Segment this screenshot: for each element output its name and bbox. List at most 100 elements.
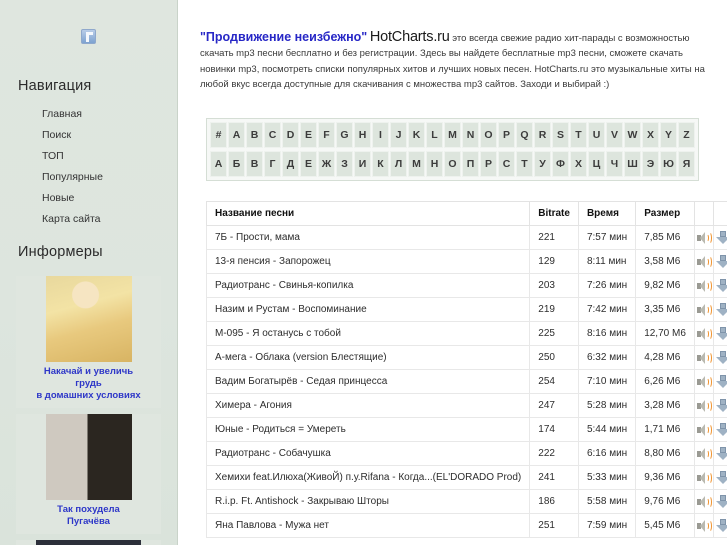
download-arrow-icon[interactable] xyxy=(715,350,727,365)
play-cell[interactable] xyxy=(693,321,714,346)
alpha-cell-zhe-cyr[interactable]: Ж xyxy=(318,151,335,177)
alpha-cell-h-lat[interactable]: H xyxy=(354,122,371,148)
speaker-icon[interactable] xyxy=(696,423,712,436)
download-cell[interactable] xyxy=(712,441,727,466)
alpha-cell-n-lat[interactable]: N xyxy=(462,122,479,148)
table-row[interactable]: R.i.p. Ft. Antishock - Закрываю Шторы 186… xyxy=(205,489,727,514)
play-cell[interactable] xyxy=(693,297,714,322)
table-row[interactable]: Юные - Родиться = Умереть 174 5:44 мин 1,71… xyxy=(205,417,727,442)
alpha-cell-r-lat[interactable]: R xyxy=(534,122,551,148)
alpha-cell-a-lat[interactable]: A xyxy=(228,122,245,148)
alpha-cell-e-cyr[interactable]: Э xyxy=(642,151,659,177)
sidebar-item-search[interactable]: Поиск xyxy=(0,125,177,146)
table-row[interactable]: 13-я пенсия - Запорожец 129 8:11 мин 3,58 М… xyxy=(205,249,727,274)
play-cell[interactable] xyxy=(693,345,714,370)
table-row[interactable]: 7Б - Прости, мама 221 7:57 мин 7,85 М6 xyxy=(205,225,727,250)
alpha-cell-ze-cyr[interactable]: З xyxy=(336,151,353,177)
alpha-cell-pe-cyr[interactable]: П xyxy=(462,151,479,177)
alpha-cell-i-lat[interactable]: I xyxy=(372,122,389,148)
download-arrow-icon[interactable] xyxy=(715,302,727,317)
alpha-cell-en-cyr[interactable]: Н xyxy=(426,151,443,177)
alpha-cell-d-lat[interactable]: D xyxy=(282,122,299,148)
sidebar-link-search[interactable]: Поиск xyxy=(0,125,177,146)
table-row[interactable]: Вадим Богатырёв - Седая принцесса 254 7:10… xyxy=(205,369,727,394)
speaker-icon[interactable] xyxy=(696,375,712,388)
alpha-cell-de-cyr[interactable]: Д xyxy=(282,151,299,177)
speaker-icon[interactable] xyxy=(696,471,712,484)
download-arrow-icon[interactable] xyxy=(715,446,727,461)
informer-ad-1[interactable]: Накачай и увеличь грудь в домашних условия… xyxy=(16,276,161,408)
speaker-icon[interactable] xyxy=(696,327,712,340)
alpha-cell-che-cyr[interactable]: Ч xyxy=(606,151,623,177)
sidebar-item-sitemap[interactable]: Карта сайта xyxy=(0,209,177,230)
download-arrow-icon[interactable] xyxy=(715,254,727,269)
speaker-icon[interactable] xyxy=(696,447,712,460)
alpha-cell-ge-cyr[interactable]: Г xyxy=(264,151,281,177)
download-arrow-icon[interactable] xyxy=(715,398,727,413)
alpha-cell-b-lat[interactable]: B xyxy=(246,122,263,148)
download-cell[interactable] xyxy=(712,225,727,250)
alpha-cell-e-lat[interactable]: E xyxy=(300,122,317,148)
alpha-cell-c-lat[interactable]: C xyxy=(264,122,281,148)
alpha-cell-j-lat[interactable]: J xyxy=(390,122,407,148)
download-arrow-icon[interactable] xyxy=(715,518,727,533)
sidebar-item-new[interactable]: Новые xyxy=(0,188,177,209)
alpha-cell-ka-cyr[interactable]: К xyxy=(372,151,389,177)
site-logo[interactable] xyxy=(0,0,177,72)
table-row[interactable]: А-мега - Облака (version Блестящие) 250 6:… xyxy=(205,345,727,370)
alpha-cell-te-cyr[interactable]: Т xyxy=(516,151,533,177)
play-cell[interactable] xyxy=(693,417,714,442)
alpha-cell-l-lat[interactable]: L xyxy=(426,122,443,148)
alpha-cell-ef-cyr[interactable]: Ф xyxy=(552,151,569,177)
sidebar-item-popular[interactable]: Популярные xyxy=(0,167,177,188)
download-arrow-icon[interactable] xyxy=(715,230,727,245)
sidebar-link-top[interactable]: ТОП xyxy=(0,146,177,167)
alpha-cell-f-lat[interactable]: F xyxy=(318,122,335,148)
alpha-cell-ye-cyr[interactable]: Е xyxy=(300,151,317,177)
download-cell[interactable] xyxy=(712,321,727,346)
table-row[interactable]: М-095 - Я останусь с тобой 225 8:16 мин 12,… xyxy=(205,321,727,346)
table-row[interactable]: Радиотранс - Свинья-копилка 203 7:26 мин 9,… xyxy=(205,273,727,298)
alpha-cell-k-lat[interactable]: K xyxy=(408,122,425,148)
sidebar-link-popular[interactable]: Популярные xyxy=(0,167,177,188)
download-arrow-icon[interactable] xyxy=(715,374,727,389)
speaker-icon[interactable] xyxy=(696,495,712,508)
alpha-cell-tse-cyr[interactable]: Ц xyxy=(588,151,605,177)
speaker-icon[interactable] xyxy=(696,279,712,292)
alpha-cell-q-lat[interactable]: Q xyxy=(516,122,533,148)
play-cell[interactable] xyxy=(693,513,714,538)
alpha-cell-v-lat[interactable]: V xyxy=(606,122,623,148)
play-cell[interactable] xyxy=(693,225,714,250)
table-row[interactable]: Радиотранс - Собачушка 222 6:16 мин 8,80 М6 xyxy=(205,441,727,466)
play-cell[interactable] xyxy=(693,369,714,394)
alpha-cell-hash[interactable]: # xyxy=(210,122,227,148)
sidebar-item-home[interactable]: Главная xyxy=(0,104,177,125)
download-cell[interactable] xyxy=(712,297,727,322)
alpha-cell-p-lat[interactable]: P xyxy=(498,122,515,148)
alpha-cell-w-lat[interactable]: W xyxy=(624,122,641,148)
alpha-cell-t-lat[interactable]: T xyxy=(570,122,587,148)
alpha-cell-u-lat[interactable]: U xyxy=(588,122,605,148)
alpha-cell-be-cyr[interactable]: Б xyxy=(228,151,245,177)
speaker-icon[interactable] xyxy=(696,231,712,244)
alpha-cell-o-cyr[interactable]: О xyxy=(444,151,461,177)
download-arrow-icon[interactable] xyxy=(715,326,727,341)
play-cell[interactable] xyxy=(693,489,714,514)
speaker-icon[interactable] xyxy=(696,351,712,364)
alpha-cell-a-cyr[interactable]: А xyxy=(210,151,227,177)
informer-ad-3[interactable] xyxy=(16,540,161,545)
alpha-cell-ha-cyr[interactable]: Х xyxy=(570,151,587,177)
alpha-cell-x-lat[interactable]: X xyxy=(642,122,659,148)
alpha-cell-es-cyr[interactable]: С xyxy=(498,151,515,177)
download-cell[interactable] xyxy=(712,273,727,298)
alpha-cell-ya-cyr[interactable]: Я xyxy=(678,151,695,177)
sidebar-link-home[interactable]: Главная xyxy=(0,104,177,125)
download-cell[interactable] xyxy=(712,369,727,394)
alpha-cell-g-lat[interactable]: G xyxy=(336,122,353,148)
alpha-cell-er-cyr[interactable]: Р xyxy=(480,151,497,177)
play-cell[interactable] xyxy=(693,465,714,490)
table-row[interactable]: Химера - Агония 247 5:28 мин 3,28 М6 xyxy=(205,393,727,418)
alpha-cell-el-cyr[interactable]: Л xyxy=(390,151,407,177)
download-arrow-icon[interactable] xyxy=(715,494,727,509)
download-arrow-icon[interactable] xyxy=(715,278,727,293)
